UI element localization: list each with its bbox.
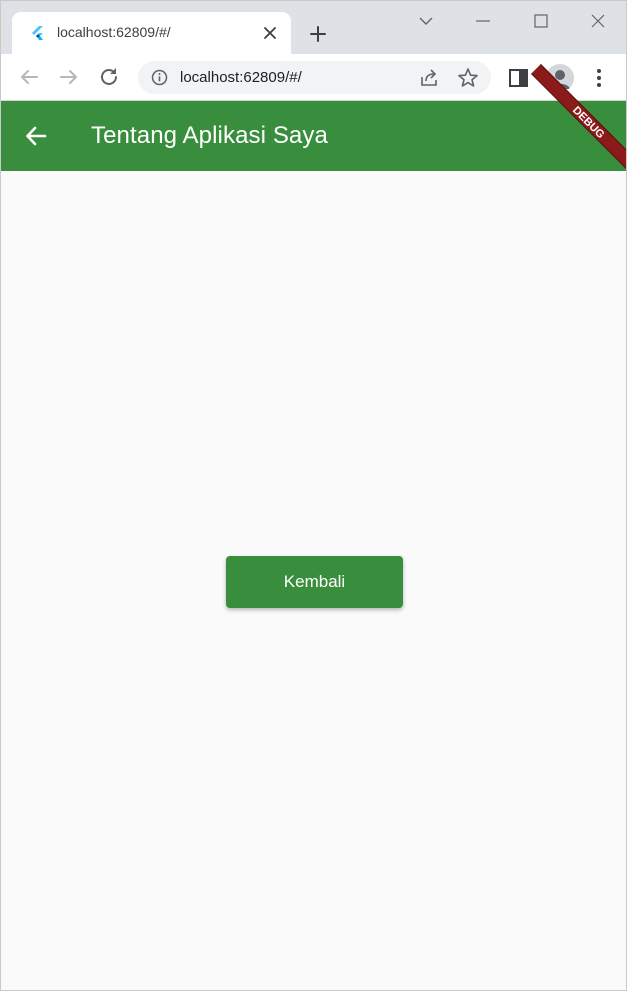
browser-tab[interactable]: localhost:62809/#/ [12, 12, 291, 54]
flutter-icon [32, 26, 43, 40]
arrow-left-icon[interactable] [17, 65, 41, 89]
new-tab-icon[interactable] [307, 23, 329, 45]
window-close-icon[interactable] [588, 11, 608, 31]
tab-title: localhost:62809/#/ [57, 24, 171, 40]
minimize-icon[interactable] [473, 11, 493, 31]
page-body: Kembali [1, 171, 626, 990]
info-icon[interactable] [151, 69, 168, 86]
kembali-button[interactable]: Kembali [226, 556, 403, 608]
address-bar[interactable]: localhost:62809/#/ [138, 61, 491, 94]
url-text[interactable]: localhost:62809/#/ [180, 69, 302, 86]
tab-search-icon[interactable] [416, 11, 436, 31]
browser-window: localhost:62809/#/ localhost:62809/#/ Te… [0, 0, 627, 991]
close-icon[interactable] [262, 25, 278, 41]
star-icon[interactable] [457, 67, 479, 89]
page-title: Tentang Aplikasi Saya [91, 122, 328, 149]
maximize-icon[interactable] [531, 11, 551, 31]
app-bar: Tentang Aplikasi Saya [1, 101, 626, 171]
reload-icon[interactable] [97, 65, 121, 89]
tab-strip: localhost:62809/#/ [1, 1, 626, 54]
side-panel-icon[interactable] [507, 66, 531, 90]
arrow-left-icon[interactable] [24, 124, 48, 148]
browser-toolbar: localhost:62809/#/ [1, 54, 626, 101]
kebab-menu-icon[interactable] [587, 66, 611, 90]
arrow-right-icon[interactable] [57, 65, 81, 89]
share-icon[interactable] [418, 67, 440, 89]
